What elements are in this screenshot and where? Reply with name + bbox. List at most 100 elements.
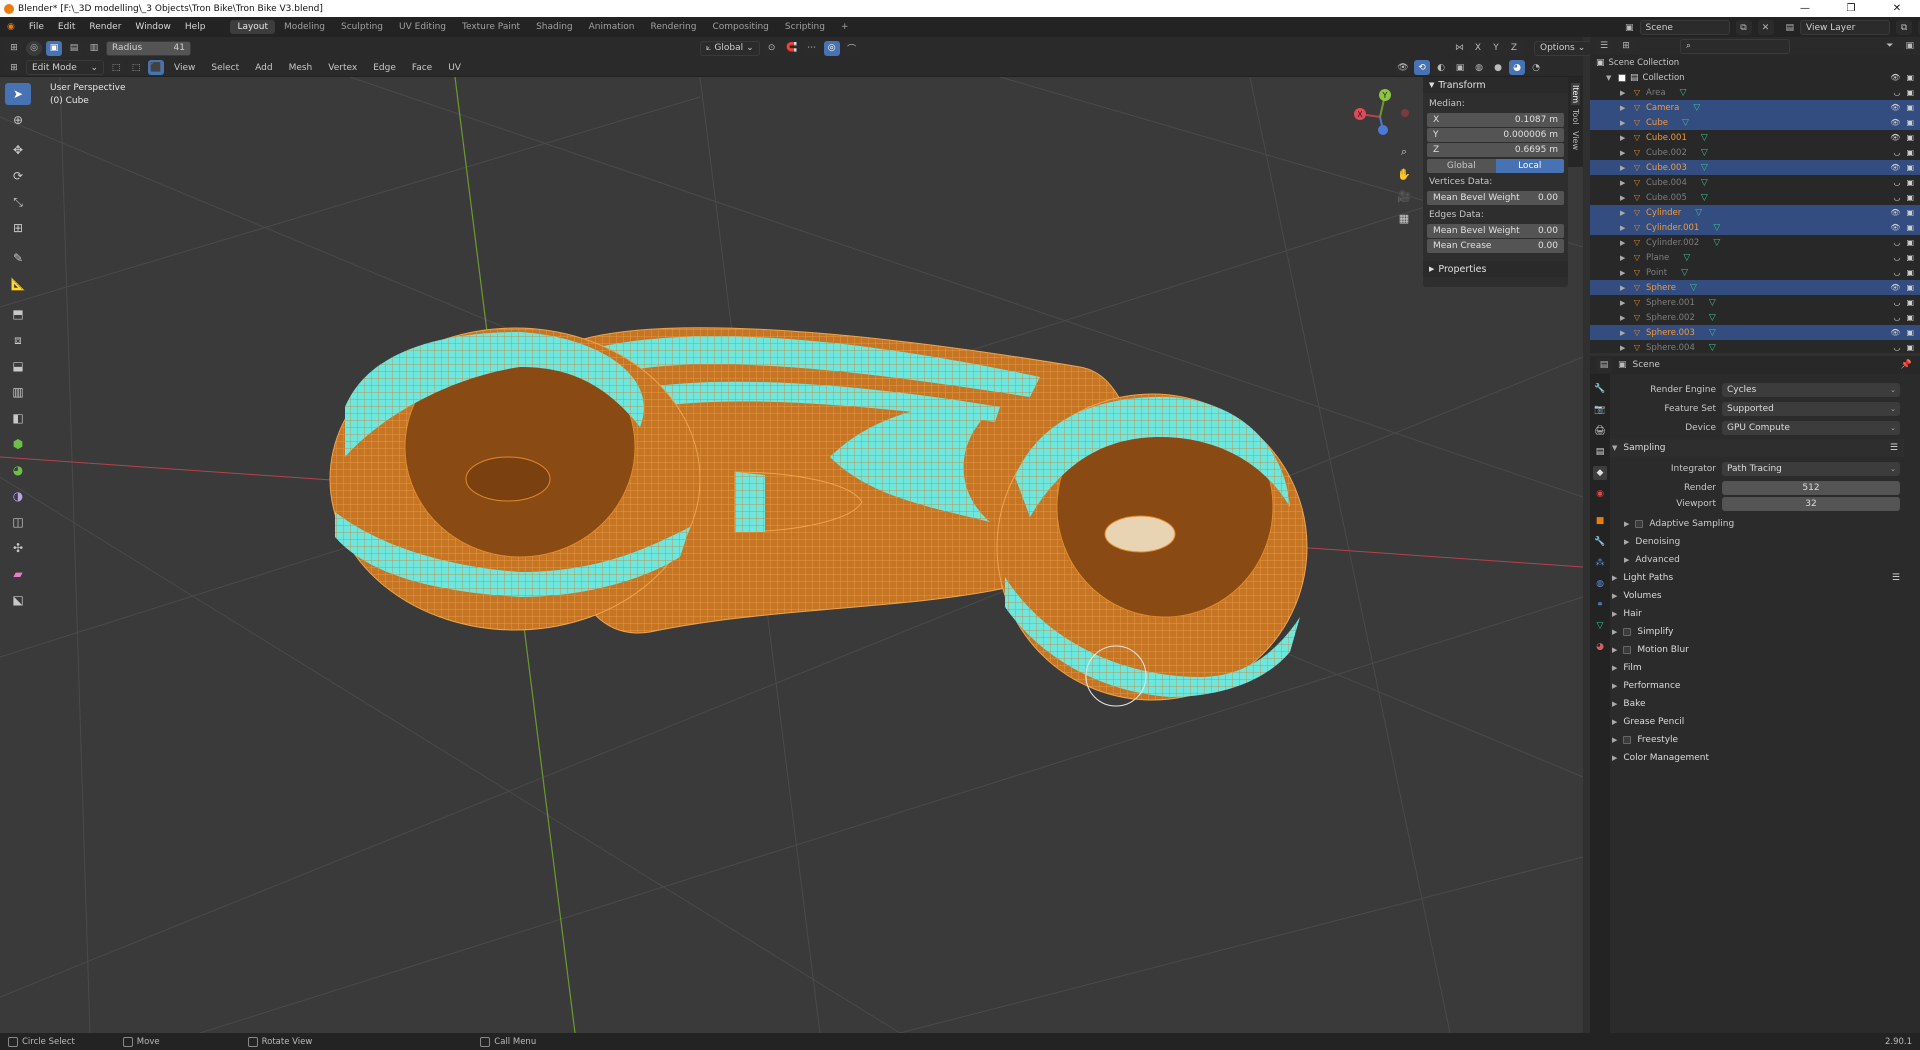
output-tab-icon[interactable]: 🖨 xyxy=(1593,424,1607,438)
menu-render[interactable]: Render xyxy=(82,22,128,32)
adaptive-sampling-subpanel[interactable]: ▶ Adaptive Sampling xyxy=(1604,515,1920,533)
outliner-item[interactable]: ▶ ▽ Sphere ▽ 👁 ▣ xyxy=(1590,280,1920,295)
expand-icon[interactable]: ▶ xyxy=(1620,254,1628,262)
intake-stripe[interactable] xyxy=(735,472,765,532)
median-y-field[interactable]: Y 0.000006 m xyxy=(1427,128,1564,142)
section-motion-blur[interactable]: ▶ Motion Blur xyxy=(1604,641,1920,659)
solid-shading-icon[interactable]: ● xyxy=(1490,60,1506,75)
tab-shading[interactable]: Shading xyxy=(529,20,580,34)
global-space-button[interactable]: Global xyxy=(1427,159,1496,173)
spin-tool-icon[interactable]: ◕ xyxy=(5,459,31,481)
orientation-dropdown[interactable]: ⟀ Global ⌄ xyxy=(700,40,760,56)
expand-icon[interactable]: ▶ xyxy=(1620,239,1628,247)
eye-icon[interactable]: 👁 xyxy=(1890,223,1900,232)
tab-texture-paint[interactable]: Texture Paint xyxy=(455,20,527,34)
mesh-data-icon[interactable]: ▽ xyxy=(1701,163,1708,173)
expand-icon[interactable]: ▶ xyxy=(1620,134,1628,142)
extrude-tool-icon[interactable]: ⬒ xyxy=(5,303,31,325)
section-simplify[interactable]: ▶ Simplify xyxy=(1604,623,1920,641)
mesh-data-icon[interactable]: ▽ xyxy=(1709,343,1716,353)
eye-closed-icon[interactable]: ◡ xyxy=(1893,193,1900,202)
outliner-item[interactable]: ▶ ▽ Area ▽ ◡ ▣ xyxy=(1590,85,1920,100)
display-mode-icon[interactable]: ⊞ xyxy=(1618,38,1634,54)
collection-checkbox[interactable] xyxy=(1618,73,1626,82)
eye-icon[interactable]: 👁 xyxy=(1890,163,1900,172)
select-new-icon[interactable]: ▣ xyxy=(46,40,62,56)
expand-icon[interactable]: ▶ xyxy=(1620,284,1628,292)
close-button[interactable]: ✕ xyxy=(1874,0,1920,17)
tab-modeling[interactable]: Modeling xyxy=(277,20,332,34)
expand-icon[interactable]: ▶ xyxy=(1620,119,1628,127)
editor-type-icon[interactable]: ⊞ xyxy=(6,40,22,56)
delete-scene-icon[interactable]: ✕ xyxy=(1757,20,1774,35)
camera-icon[interactable]: ▣ xyxy=(1906,298,1914,307)
camera-icon[interactable]: ▣ xyxy=(1906,313,1914,322)
material-shading-icon[interactable]: ◕ xyxy=(1509,60,1525,75)
outliner-item[interactable]: ▶ ▽ Cylinder.002 ▽ ◡ ▣ xyxy=(1590,235,1920,250)
vertex-select-icon[interactable]: ⬚ xyxy=(108,60,124,75)
advanced-subpanel[interactable]: ▶ Advanced xyxy=(1604,551,1920,569)
render-engine-dropdown[interactable]: Cycles ⌄ xyxy=(1722,382,1900,397)
render-tab-icon[interactable]: 📷 xyxy=(1593,403,1607,417)
mesh-data-icon[interactable]: ▽ xyxy=(1695,208,1702,218)
mesh-data-icon[interactable]: ▽ xyxy=(1680,88,1687,98)
mesh-data-icon[interactable]: ▽ xyxy=(1709,298,1716,308)
menu-select[interactable]: Select xyxy=(205,63,245,73)
outliner-item[interactable]: ▶ ▽ Sphere.003 ▽ 👁 ▣ xyxy=(1590,325,1920,340)
outliner-editor-icon[interactable]: ☰ xyxy=(1596,38,1612,54)
eye-icon[interactable]: 👁 xyxy=(1890,133,1900,142)
menu-view[interactable]: View xyxy=(168,63,201,73)
menu-edit[interactable]: Edit xyxy=(51,22,82,32)
eye-icon[interactable]: 👁 xyxy=(1890,118,1900,127)
edge-bevel-weight-field[interactable]: Mean Bevel Weight 0.00 xyxy=(1427,224,1564,238)
mirror-x-toggle[interactable]: X xyxy=(1470,40,1486,56)
ortho-grid-icon[interactable]: ▦ xyxy=(1395,209,1413,227)
outliner-item[interactable]: ▶ ▽ Sphere.004 ▽ ◡ ▣ xyxy=(1590,340,1920,355)
transform-tool-icon[interactable]: ⊞ xyxy=(5,217,31,239)
mean-crease-field[interactable]: Mean Crease 0.00 xyxy=(1427,239,1564,253)
expand-icon[interactable]: ▶ xyxy=(1620,104,1628,112)
scene-collection-row[interactable]: ▣ Scene Collection xyxy=(1590,55,1920,70)
median-z-field[interactable]: Z 0.6695 m xyxy=(1427,143,1564,157)
eye-closed-icon[interactable]: ◡ xyxy=(1893,298,1900,307)
expand-icon[interactable]: ▶ xyxy=(1620,89,1628,97)
outliner-item[interactable]: ▶ ▽ Cube.002 ▽ ◡ ▣ xyxy=(1590,145,1920,160)
camera-icon[interactable]: ▣ xyxy=(1906,283,1914,292)
snap-icon[interactable]: 🧲 xyxy=(783,40,800,56)
tab-compositing[interactable]: Compositing xyxy=(705,20,775,34)
overlay-toggle-icon[interactable]: ◐ xyxy=(1433,60,1449,75)
tool-tab-icon[interactable]: 🔧 xyxy=(1593,382,1607,396)
outliner-item[interactable]: ▶ ▽ Cube.001 ▽ 👁 ▣ xyxy=(1590,130,1920,145)
mesh-data-icon[interactable]: ▽ xyxy=(1693,103,1700,113)
menu-vertex[interactable]: Vertex xyxy=(322,63,363,73)
preset-list-icon[interactable]: ☰ xyxy=(1890,443,1898,453)
3d-viewport[interactable]: User Perspective (0) Cube X Y ⌕ ✋ 🎥 ▦ xyxy=(0,77,1583,1033)
new-collection-icon[interactable]: ▣ xyxy=(1905,41,1914,51)
menu-add[interactable]: Add xyxy=(249,63,278,73)
tab-sculpting[interactable]: Sculpting xyxy=(334,20,390,34)
expand-icon[interactable]: ▶ xyxy=(1620,224,1628,232)
mirror-z-toggle[interactable]: Z xyxy=(1506,40,1522,56)
expand-icon[interactable]: ▶ xyxy=(1620,164,1628,172)
vertex-bevel-weight-field[interactable]: Mean Bevel Weight 0.00 xyxy=(1427,191,1564,205)
eye-closed-icon[interactable]: ◡ xyxy=(1893,343,1900,352)
outliner-item[interactable]: ▶ ▽ Sphere.001 ▽ ◡ ▣ xyxy=(1590,295,1920,310)
view-layer-selector[interactable]: View Layer xyxy=(1800,20,1891,35)
mesh-data-icon[interactable]: ▽ xyxy=(1683,253,1690,263)
minimize-button[interactable]: — xyxy=(1782,0,1828,17)
feature-set-dropdown[interactable]: Supported ⌄ xyxy=(1722,401,1900,416)
mesh-data-icon[interactable]: ▽ xyxy=(1701,193,1708,203)
outliner-item[interactable]: ▶ ▽ Sphere.002 ▽ ◡ ▣ xyxy=(1590,310,1920,325)
outliner-item[interactable]: ▶ ▽ Camera ▽ 👁 ▣ xyxy=(1590,100,1920,115)
eye-icon[interactable]: 👁 xyxy=(1890,73,1900,82)
tron-bike-mesh[interactable] xyxy=(329,327,1308,701)
poly-build-tool-icon[interactable]: ⬢ xyxy=(5,433,31,455)
camera-icon[interactable]: ▣ xyxy=(1906,328,1914,337)
face-select-icon[interactable]: ⬛ xyxy=(148,60,164,75)
expand-icon[interactable]: ▶ xyxy=(1620,299,1628,307)
outliner-item[interactable]: ▶ ▽ Cube.003 ▽ 👁 ▣ xyxy=(1590,160,1920,175)
section-color-management[interactable]: ▶ Color Management xyxy=(1604,749,1920,767)
camera-icon[interactable]: ▣ xyxy=(1906,103,1914,112)
expand-icon[interactable]: ▶ xyxy=(1620,314,1628,322)
camera-icon[interactable]: ▣ xyxy=(1906,253,1914,262)
